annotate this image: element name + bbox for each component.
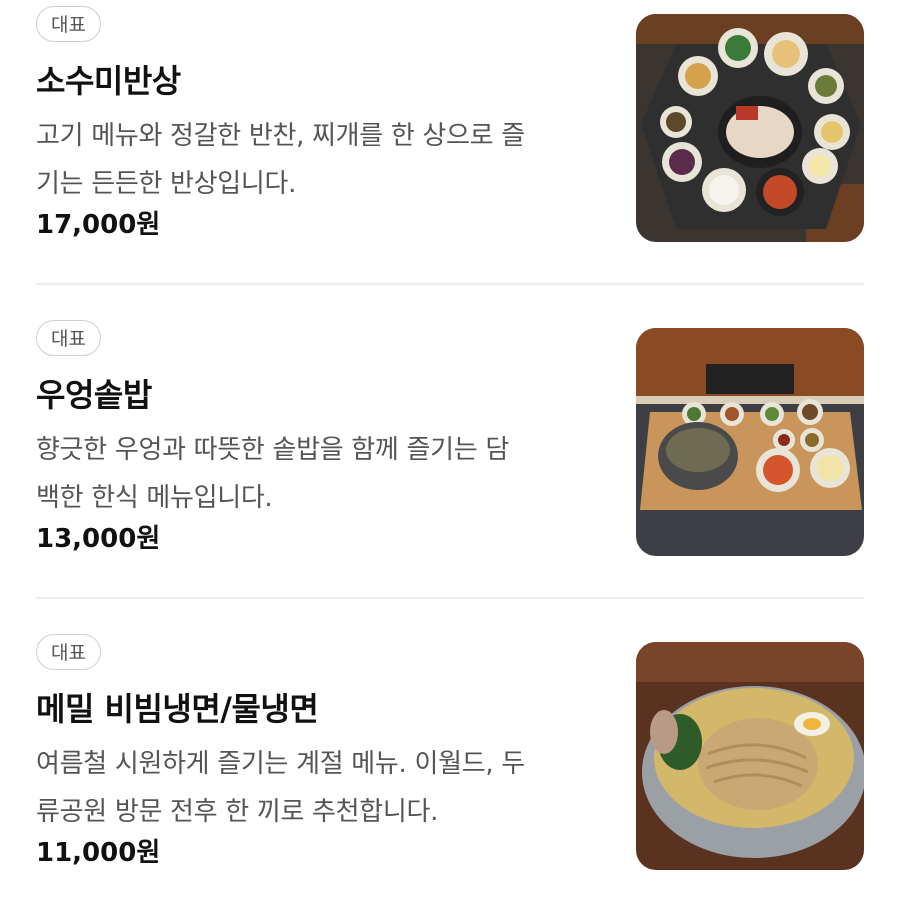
description-line: 기는 든든한 반상입니다.	[36, 169, 297, 199]
menu-item-price: 11,000원	[36, 838, 161, 868]
description-line: 백한 한식 메뉴입니다.	[36, 483, 273, 513]
menu-item-name: 우엉솥밥	[36, 376, 152, 414]
menu-item-description: 향긋한 우엉과 따뜻한 솥밥을 함께 즐기는 담 백한 한식 메뉴입니다.	[36, 426, 596, 522]
menu-item-sosumi-bansang[interactable]: 대표 소수미반상 고기 메뉴와 정갈한 반찬, 찌개를 한 상으로 즐 기는 든…	[36, 6, 864, 242]
menu-item-buckwheat-naengmyeon[interactable]: 대표 메밀 비빔냉면/물냉면 여름철 시원하게 즐기는 계절 메뉴. 이월드, …	[36, 634, 864, 870]
menu-item-price: 17,000원	[36, 210, 161, 240]
description-line: 고기 메뉴와 정갈한 반찬, 찌개를 한 상으로 즐	[36, 121, 525, 151]
menu-item-burdock-sotbap[interactable]: 대표 우엉솥밥 향긋한 우엉과 따뜻한 솥밥을 함께 즐기는 담 백한 한식 메…	[36, 320, 864, 556]
signature-badge: 대표	[36, 320, 101, 356]
signature-badge: 대표	[36, 634, 101, 670]
description-line: 여름철 시원하게 즐기는 계절 메뉴. 이월드, 두	[36, 749, 525, 779]
menu-item-photo-pot-rice[interactable]	[636, 328, 864, 556]
signature-badge: 대표	[36, 6, 101, 42]
menu-item-price: 13,000원	[36, 524, 161, 554]
description-line: 향긋한 우엉과 따뜻한 솥밥을 함께 즐기는 담	[36, 435, 509, 465]
menu-item-photo-set-meal[interactable]	[636, 14, 864, 242]
description-line: 류공원 방문 전후 한 끼로 추천합니다.	[36, 797, 439, 827]
menu-item-description: 고기 메뉴와 정갈한 반찬, 찌개를 한 상으로 즐 기는 든든한 반상입니다.	[36, 112, 596, 208]
divider	[36, 283, 864, 285]
menu-item-name: 메밀 비빔냉면/물냉면	[36, 690, 319, 728]
menu-item-photo-cold-noodle[interactable]	[636, 642, 864, 870]
divider	[36, 597, 864, 599]
menu-item-description: 여름철 시원하게 즐기는 계절 메뉴. 이월드, 두 류공원 방문 전후 한 끼…	[36, 740, 596, 836]
menu-item-name: 소수미반상	[36, 62, 181, 100]
